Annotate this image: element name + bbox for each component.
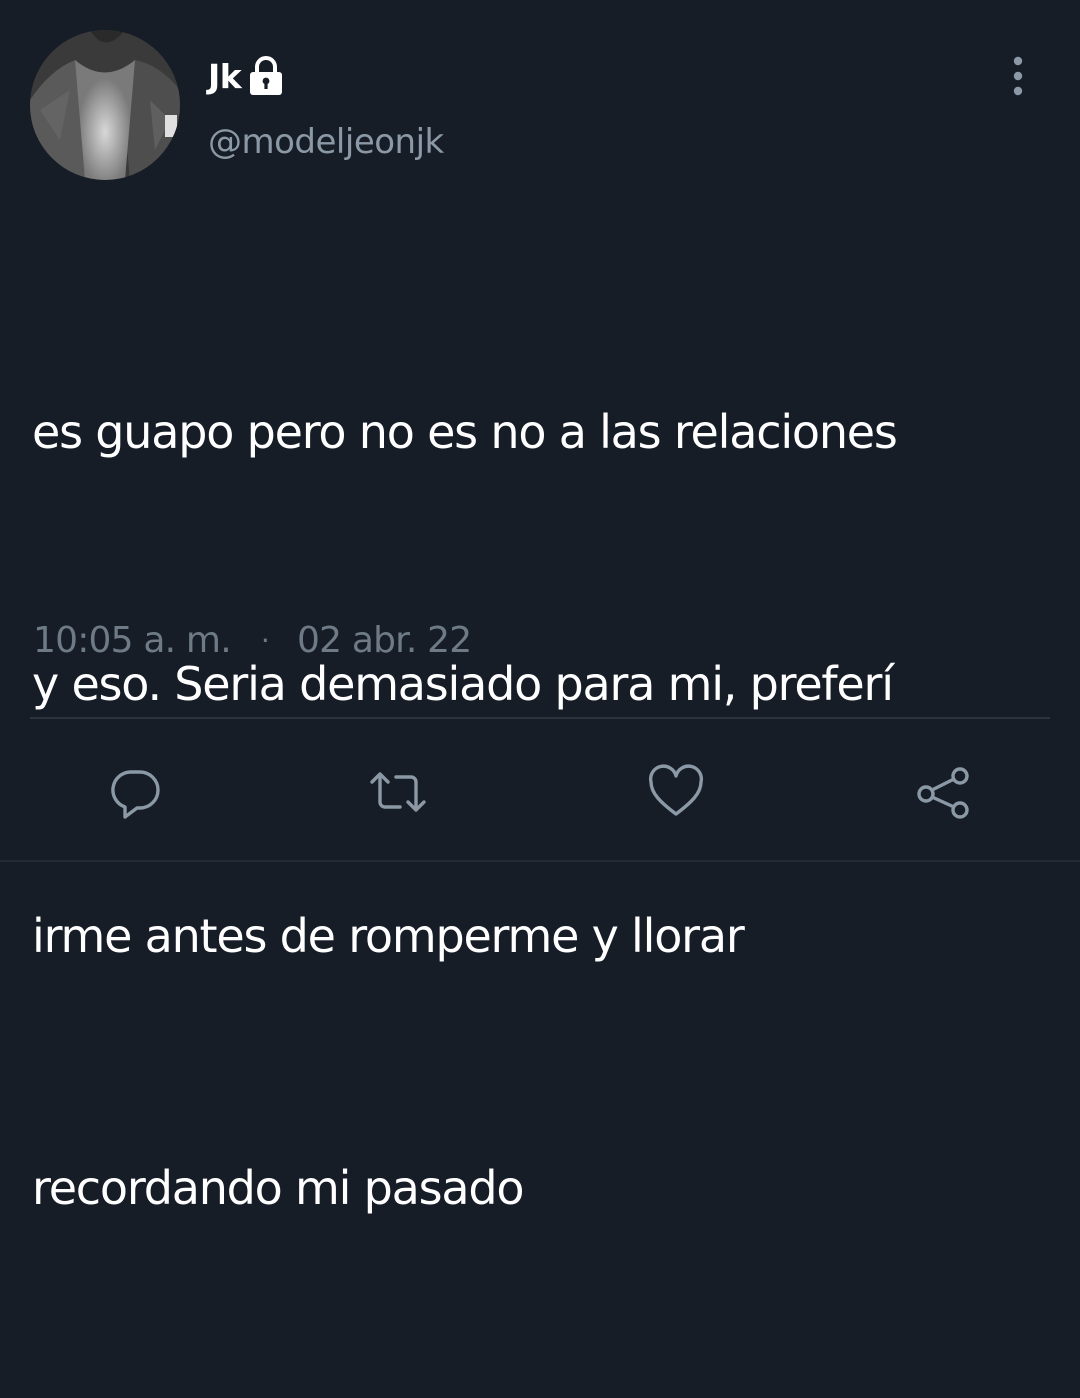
heart-icon [648, 764, 704, 816]
tweet-actions [0, 750, 1080, 830]
retweet-icon [370, 772, 426, 812]
like-button[interactable] [644, 760, 708, 824]
user-name-row: Jk [208, 48, 285, 104]
tweet-text-line: es guapo pero no es no a las relaciones [32, 405, 898, 459]
divider [30, 717, 1050, 719]
lock-icon [247, 55, 285, 97]
more-options-icon[interactable] [1000, 54, 1036, 98]
share-button[interactable] [912, 760, 976, 824]
display-name[interactable]: Jk [208, 57, 242, 96]
tweet-text-line: recordando mi pasado [32, 1161, 525, 1215]
avatar-image [30, 30, 180, 180]
meta-separator: · [260, 623, 270, 657]
reply-icon [111, 770, 160, 819]
user-handle[interactable]: @modeljeonjk [208, 122, 444, 162]
retweet-button[interactable] [366, 760, 430, 824]
user-avatar[interactable] [30, 30, 180, 180]
tweet-time[interactable]: 10:05 a. m. [33, 620, 232, 661]
tweet-text-line: irme antes de romperme y llorar [32, 909, 745, 963]
tweet: Jk @modeljeonjk es guapo pero no es no a… [0, 0, 1080, 1215]
tweet-meta: 10:05 a. m. · 02 abr. 22 [33, 612, 472, 668]
tweet-date[interactable]: 02 abr. 22 [297, 620, 472, 661]
share-icon [917, 767, 969, 819]
reply-button[interactable] [104, 760, 168, 824]
bottom-divider [0, 860, 1080, 862]
